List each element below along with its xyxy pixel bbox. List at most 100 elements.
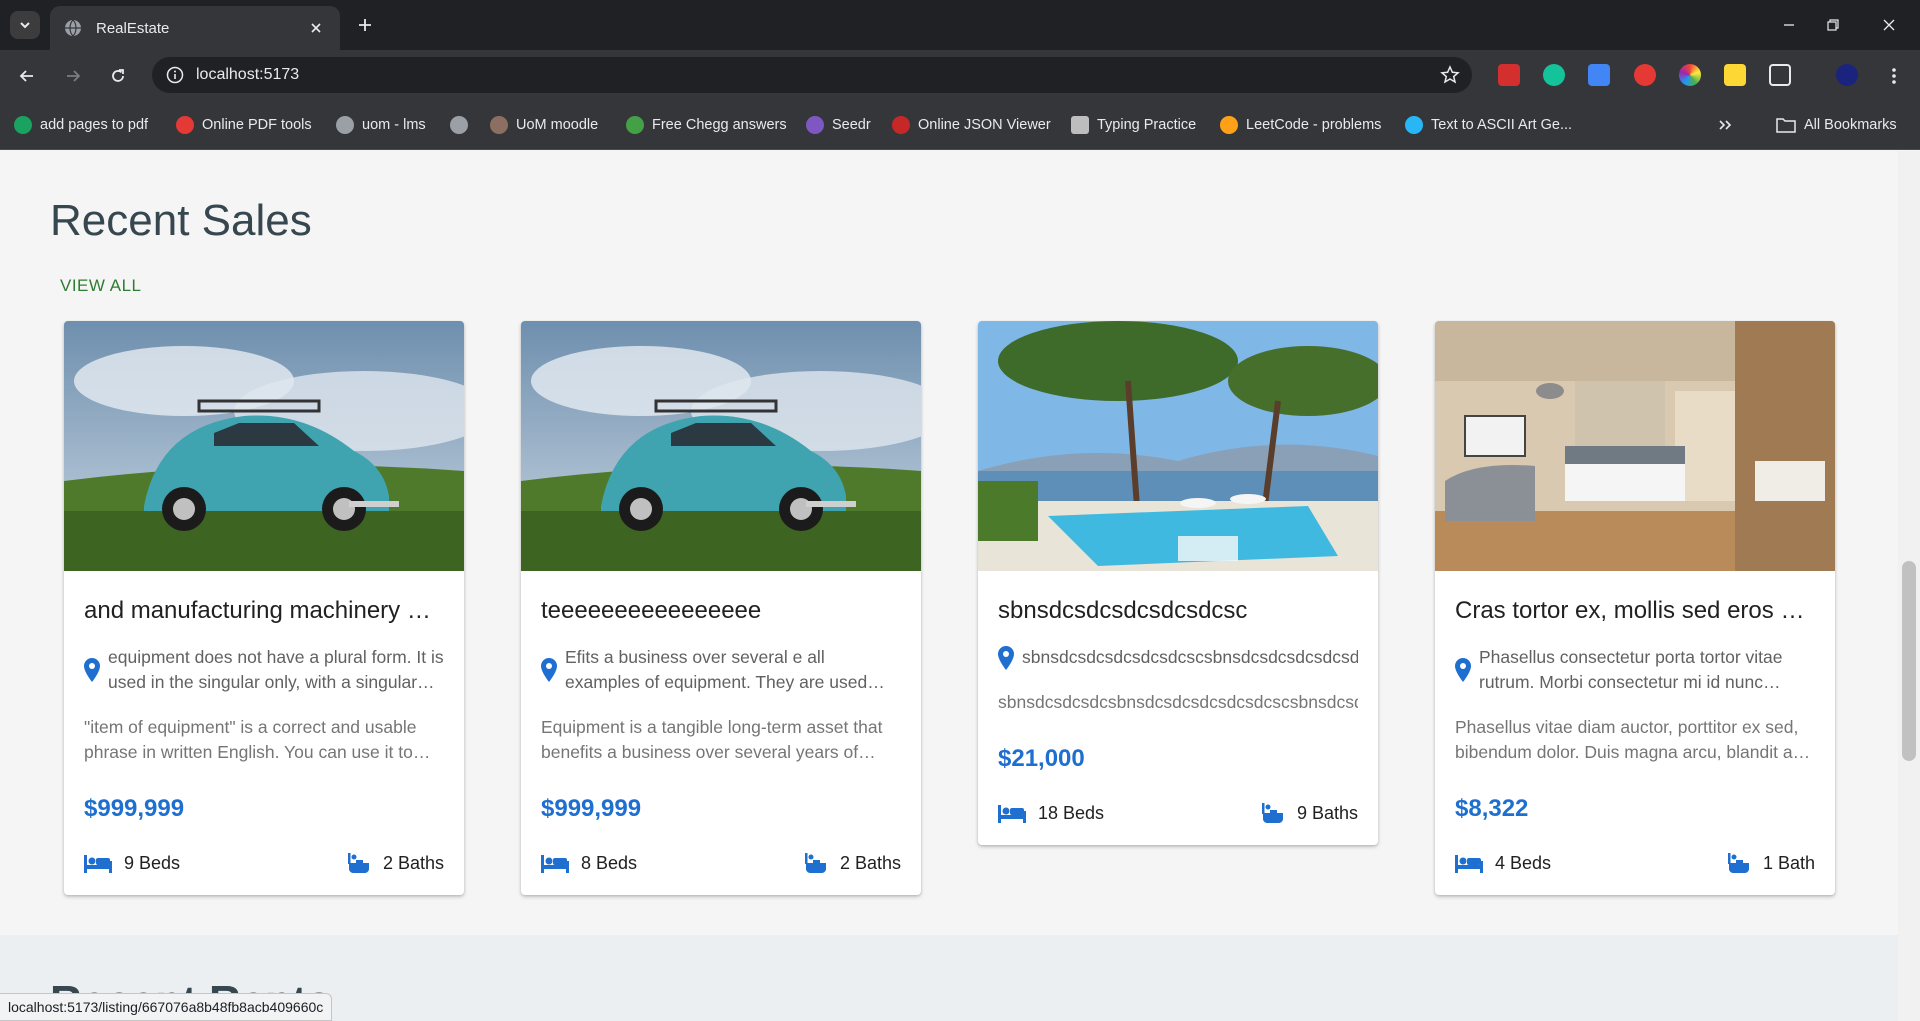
listing-card[interactable]: Cras tortor ex, mollis sed eros vitae Ph…: [1435, 321, 1835, 895]
baths-info: 2 Baths: [347, 851, 444, 875]
double-chevron-right-icon: [1719, 120, 1732, 130]
close-tab-icon[interactable]: [306, 18, 326, 38]
baths-info: 2 Baths: [804, 851, 901, 875]
beds-label: 8 Beds: [581, 852, 638, 873]
listing-card[interactable]: sbnsdcsdcsdcsdcsdcsc sbnsdcsdcsdcsdcsdcs…: [978, 321, 1378, 845]
listing-title[interactable]: sbnsdcsdcsdcsdcsdcsc: [998, 597, 1358, 625]
listing-address: Efits a business over several e all exam…: [541, 645, 901, 695]
beds-label: 9 Beds: [124, 852, 181, 873]
bookmark-item[interactable]: Online JSON Viewer: [892, 115, 1051, 135]
view-all-link[interactable]: VIEW ALL: [60, 276, 141, 296]
reload-icon: [112, 69, 124, 82]
arrow-right-icon: [67, 70, 81, 82]
seedr-icon: [806, 116, 824, 134]
bookmark-label: add pages to pdf: [40, 117, 149, 133]
restore-button[interactable]: [1820, 12, 1846, 38]
bookmark-item[interactable]: [450, 115, 476, 135]
react-icon: [1405, 116, 1423, 134]
listing-price: $21,000: [998, 745, 1085, 772]
listing-description: sbnsdcsdcsdcsbnsdcsdcsdcsdcsdcscsbnsdcsd…: [998, 692, 1358, 712]
bookmark-item[interactable]: Seedr: [806, 115, 871, 135]
forward-button[interactable]: [59, 62, 87, 90]
listing-title[interactable]: Cras tortor ex, mollis sed eros vitae: [1455, 597, 1815, 625]
listing-address: Phasellus consectetur porta tortor vitae…: [1455, 645, 1815, 695]
grammarly-icon[interactable]: [1543, 64, 1565, 86]
listing-card[interactable]: teeeeeeeeeeeeeeee Efits a business over …: [521, 321, 921, 895]
color-picker-icon[interactable]: [1679, 64, 1701, 86]
info-icon[interactable]: [166, 66, 184, 84]
scrollbar-thumb[interactable]: [1902, 561, 1916, 761]
bed-icon: [84, 855, 112, 873]
reload-button[interactable]: [104, 62, 132, 90]
baths-label: 2 Baths: [382, 852, 444, 873]
bookmark-item[interactable]: add pages to pdf: [14, 115, 148, 135]
books-icon: [626, 116, 644, 134]
moodle-icon: [490, 116, 508, 134]
globe-icon: [65, 19, 81, 37]
listing-card[interactable]: and manufacturing machinery equipment eq…: [64, 321, 464, 895]
heart-icon: [176, 116, 194, 134]
section-title: Recent Sales: [50, 196, 312, 245]
listing-image[interactable]: [1435, 321, 1835, 571]
beds-info: 9 Beds: [84, 853, 180, 874]
menu-button[interactable]: [1880, 62, 1908, 90]
listing-address: equipment does not have a plural form. I…: [84, 645, 444, 695]
address-text: Efits a business over several e all exam…: [565, 647, 868, 692]
tab-search-button[interactable]: [10, 11, 40, 39]
json-viewer-icon: [892, 116, 910, 134]
baths-info: 1 Bath: [1727, 851, 1815, 875]
page-scrollbar[interactable]: [1898, 151, 1920, 1021]
leetcode-icon: [1220, 116, 1238, 134]
beds-label: 4 Beds: [1495, 852, 1552, 873]
stop-icon[interactable]: [1634, 64, 1656, 86]
url-text[interactable]: localhost:5173: [196, 66, 299, 84]
bookmark-label: Online JSON Viewer: [918, 117, 1051, 133]
bookmark-item[interactable]: UoM moodle: [490, 115, 598, 135]
profile-avatar[interactable]: [1836, 64, 1858, 86]
browser-tab[interactable]: RealEstate: [50, 6, 340, 50]
extension-icon-1[interactable]: [1498, 64, 1520, 86]
back-button[interactable]: [13, 62, 41, 90]
keyboard-icon: [1071, 116, 1089, 134]
all-bookmarks-button[interactable]: All Bookmarks: [1776, 115, 1897, 135]
listing-image[interactable]: [64, 321, 464, 571]
bookmark-item[interactable]: LeetCode - problems: [1220, 115, 1381, 135]
listing-description: Equipment is a tangible long-term asset …: [541, 717, 883, 762]
more-bookmarks-button[interactable]: [1718, 115, 1732, 135]
bookmarks-bar: add pages to pdf Online PDF tools uom - …: [0, 100, 1920, 150]
bookmark-label: Typing Practice: [1097, 117, 1197, 133]
address-bar[interactable]: localhost:5173: [152, 57, 1472, 93]
bookmark-item[interactable]: uom - lms: [336, 115, 426, 135]
beds-info: 8 Beds: [541, 853, 637, 874]
bookmark-icon: [14, 116, 32, 134]
bathtub-icon: [347, 853, 369, 873]
browser-toolbar: localhost:5173: [0, 50, 1920, 100]
minimize-button[interactable]: [1776, 12, 1802, 38]
extension-icon-2[interactable]: [1724, 64, 1746, 86]
new-tab-button[interactable]: [352, 12, 378, 38]
baths-label: 9 Baths: [1296, 802, 1358, 823]
bed-icon: [541, 855, 569, 873]
bed-icon: [998, 805, 1026, 823]
bookmark-item[interactable]: Typing Practice: [1071, 115, 1196, 135]
bookmark-star-icon[interactable]: [1440, 65, 1460, 85]
bathtub-icon: [1727, 853, 1749, 873]
bookmark-label: UoM moodle: [516, 117, 599, 133]
beds-label: 18 Beds: [1038, 802, 1105, 823]
bookmark-item[interactable]: Text to ASCII Art Ge...: [1405, 115, 1572, 135]
listing-address: sbnsdcsdcsdcsdcsdcscsbnsdcsdcsdcsdcsdcsc: [998, 645, 1358, 670]
bookmark-item[interactable]: Online PDF tools: [176, 115, 312, 135]
minimize-icon: [1784, 24, 1794, 26]
extensions-puzzle-icon[interactable]: [1769, 64, 1791, 86]
bookmark-item[interactable]: Free Chegg answers: [626, 115, 787, 135]
listing-title[interactable]: and manufacturing machinery equipment: [84, 597, 444, 625]
listing-image[interactable]: [521, 321, 921, 571]
listing-title[interactable]: teeeeeeeeeeeeeeee: [541, 597, 901, 625]
listing-image[interactable]: [978, 321, 1378, 571]
bookmark-label: uom - lms: [362, 117, 426, 133]
translate-icon[interactable]: [1588, 64, 1610, 86]
status-bar: localhost:5173/listing/667076a8b48fb8acb…: [0, 993, 333, 1021]
beds-info: 4 Beds: [1455, 853, 1551, 874]
close-window-button[interactable]: [1876, 12, 1902, 38]
bookmark-label: Online PDF tools: [202, 117, 312, 133]
